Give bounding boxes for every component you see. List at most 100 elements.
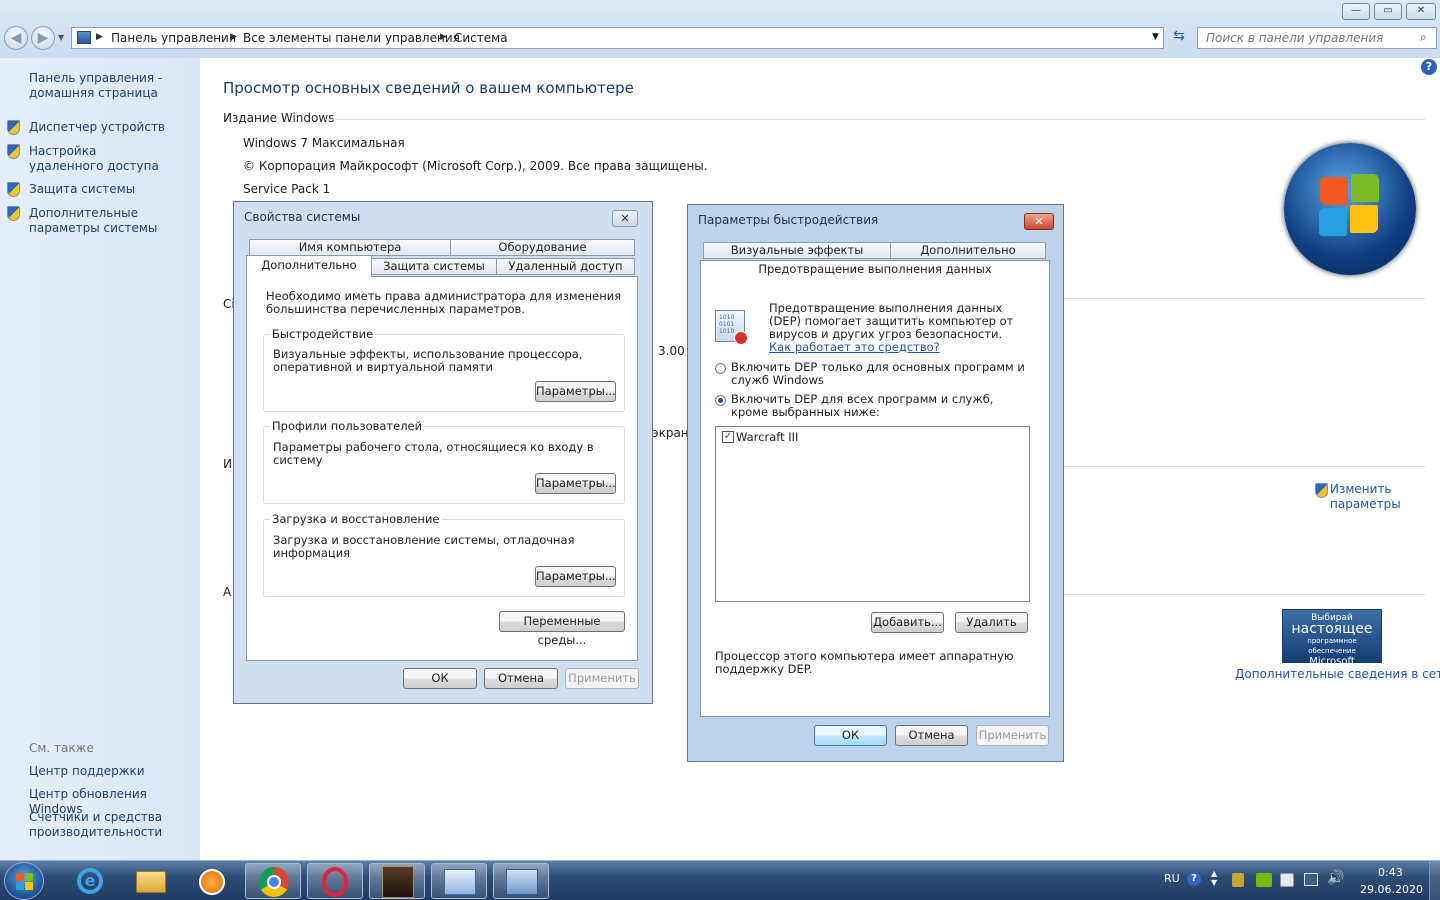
opera-icon xyxy=(322,867,348,897)
tab-advanced[interactable]: Дополнительно xyxy=(246,255,372,277)
see-also-action-center[interactable]: Центр поддержки xyxy=(29,764,194,779)
show-desktop-button[interactable] xyxy=(1429,861,1440,900)
taskbar-file-explorer[interactable] xyxy=(123,863,179,899)
group-title: Загрузка и восстановление xyxy=(270,512,442,526)
chevron-right-icon: ▶ xyxy=(230,32,237,42)
apply-button[interactable]: Применить xyxy=(976,725,1049,746)
ok-button[interactable]: ОК xyxy=(403,668,477,689)
page-title: Просмотр основных сведений о вашем компь… xyxy=(223,79,634,97)
radio-all-programs[interactable] xyxy=(715,395,726,406)
checkbox-warcraft[interactable]: ✓ xyxy=(722,431,734,443)
tab-remote[interactable]: Удаленный доступ xyxy=(496,258,635,275)
taskbar-control-panel[interactable] xyxy=(431,863,487,899)
more-info-link[interactable]: Дополнительные сведения в сети... xyxy=(1235,667,1440,681)
logo-green xyxy=(25,873,33,881)
dep-help-link[interactable]: Как работает это средство? xyxy=(769,340,940,354)
sidebar-item-remote[interactable]: Настройка удаленного доступа xyxy=(29,144,169,174)
tab-dep[interactable]: Предотвращение выполнения данных xyxy=(700,260,1050,280)
radio-essential-only[interactable] xyxy=(715,363,726,374)
taskbar-system-properties[interactable] xyxy=(493,863,549,899)
minimize-button[interactable]: — xyxy=(1342,3,1370,20)
divider xyxy=(1060,298,1425,299)
chevron-down-icon[interactable]: ▼ xyxy=(1152,32,1159,42)
startup-recovery-group: Загрузка и восстановление Загрузка и вос… xyxy=(263,512,625,597)
windows-logo-icon xyxy=(1284,143,1416,275)
dep-description-text: Предотвращение выполнения данных (DEP) п… xyxy=(769,301,1014,341)
shield-icon xyxy=(7,206,20,221)
breadcrumb-system[interactable]: Система xyxy=(454,31,508,45)
tray-app-icon[interactable] xyxy=(1232,873,1244,887)
genuine-line3: программное обеспечение xyxy=(1307,637,1357,655)
dep-description: Предотвращение выполнения данных (DEP) п… xyxy=(769,302,1024,354)
tab-computer-name[interactable]: Имя компьютера xyxy=(249,239,451,256)
no-entry-icon xyxy=(734,331,748,345)
change-settings-link[interactable]: Изменить параметры xyxy=(1330,482,1410,512)
sidebar-home-link[interactable]: Панель управления - домашняя страница xyxy=(29,71,189,101)
taskbar-media-player[interactable] xyxy=(184,863,240,899)
shield-icon xyxy=(7,182,20,197)
apply-button[interactable]: Применить xyxy=(565,668,639,689)
help-icon[interactable]: ? xyxy=(1421,59,1437,75)
back-icon[interactable]: ◀ xyxy=(4,26,28,50)
group-title: Профили пользователей xyxy=(270,419,425,433)
cancel-button[interactable]: Отмена xyxy=(895,725,968,746)
ok-button[interactable]: ОК xyxy=(814,725,887,746)
search-icon[interactable]: ⌕ xyxy=(1420,30,1427,45)
performance-settings-button[interactable]: Параметры... xyxy=(535,381,616,402)
sidebar-item-advanced[interactable]: Дополнительные параметры системы xyxy=(29,206,194,236)
close-button[interactable]: ✕ xyxy=(1024,213,1054,230)
add-button[interactable]: Добавить... xyxy=(871,612,944,633)
partial-heading-activation: А xyxy=(223,585,232,599)
search-placeholder: Поиск в панели управления xyxy=(1206,31,1384,45)
search-input[interactable]: Поиск в панели управления ⌕ xyxy=(1197,27,1437,49)
language-indicator[interactable]: RU xyxy=(1164,872,1180,885)
network-icon[interactable] xyxy=(1304,873,1318,886)
sidebar-item-device-manager[interactable]: Диспетчер устройств xyxy=(29,120,194,135)
genuine-microsoft-badge[interactable]: Выбирай настоящее программное обеспечени… xyxy=(1282,609,1382,667)
breadcrumb-control-panel[interactable]: Панель управления xyxy=(111,31,236,45)
list-item[interactable]: Warcraft III xyxy=(736,431,798,444)
volume-icon[interactable]: 🔊 xyxy=(1327,870,1344,886)
environment-variables-button[interactable]: Переменные среды... xyxy=(499,611,625,647)
sidebar-item-protection[interactable]: Защита системы xyxy=(29,182,194,197)
startup-settings-button[interactable]: Параметры... xyxy=(535,566,616,587)
chrome-center xyxy=(267,875,281,889)
help-icon[interactable]: ? xyxy=(1187,872,1201,886)
divider xyxy=(1060,594,1425,595)
taskbar-opera[interactable] xyxy=(307,863,363,899)
tab-system-protection[interactable]: Защита системы xyxy=(371,258,497,275)
radio-dot xyxy=(718,398,723,403)
address-bar[interactable]: ▶ Панель управления ▶ Все элементы панел… xyxy=(71,27,1164,49)
start-orb-icon[interactable] xyxy=(4,862,44,900)
profiles-settings-button[interactable]: Параметры... xyxy=(535,473,616,494)
action-center-icon[interactable] xyxy=(1280,873,1294,887)
taskbar-warcraft[interactable] xyxy=(369,863,425,899)
cancel-button[interactable]: Отмена xyxy=(484,668,558,689)
tab-hardware[interactable]: Оборудование xyxy=(450,239,635,256)
refresh-icon[interactable]: ⇆ xyxy=(1168,28,1190,48)
taskbar-chrome[interactable] xyxy=(245,863,301,899)
clock-time[interactable]: 0:43 xyxy=(1378,866,1403,879)
recent-pages-icon[interactable]: ▼ xyxy=(58,33,64,42)
clock-date[interactable]: 29.06.2020 xyxy=(1360,883,1423,896)
exceptions-list[interactable]: ✓ Warcraft III xyxy=(715,426,1030,602)
breadcrumb-all-items[interactable]: Все элементы панели управления xyxy=(243,31,460,45)
tab-advanced[interactable]: Дополнительно xyxy=(890,242,1046,259)
group-desc: Визуальные эффекты, использование процес… xyxy=(273,347,583,374)
maximize-button[interactable]: ▭ xyxy=(1374,3,1402,20)
see-also-heading: См. также xyxy=(29,741,94,755)
advanced-tab-panel: Необходимо иметь права администратора дл… xyxy=(246,276,638,661)
tab-visual-effects[interactable]: Визуальные эффекты xyxy=(703,242,891,259)
forward-icon[interactable]: ▶ xyxy=(31,26,55,50)
user-profiles-group: Профили пользователей Параметры рабочего… xyxy=(263,419,625,504)
taskbar-internet-explorer[interactable]: e xyxy=(62,863,118,899)
see-also-performance[interactable]: Счетчики и средства производительности xyxy=(29,810,179,840)
chevron-right-icon: ▶ xyxy=(440,32,447,42)
remove-button[interactable]: Удалить xyxy=(955,612,1028,633)
close-button[interactable]: ✕ xyxy=(612,210,638,227)
close-button[interactable]: ✕ xyxy=(1406,3,1436,20)
chrome-icon xyxy=(259,867,289,897)
nvidia-icon[interactable] xyxy=(1256,873,1272,887)
partial-heading-name: И xyxy=(223,457,232,471)
tray-overflow-icon[interactable]: ▲ ▼ xyxy=(1211,869,1217,887)
